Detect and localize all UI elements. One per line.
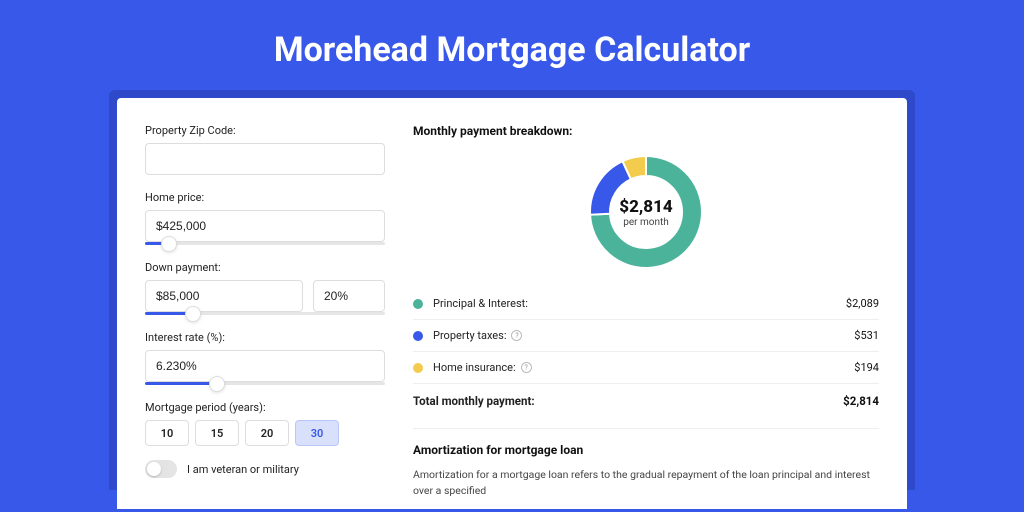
legend-value: $2,089 <box>846 297 879 310</box>
field-interest-rate: Interest rate (%): <box>145 331 385 385</box>
input-panel: Property Zip Code: Home price: Down paym… <box>145 124 385 499</box>
amortization-title: Amortization for mortgage loan <box>413 443 879 457</box>
total-value: $2,814 <box>843 394 879 408</box>
legend-row: Principal & Interest:$2,089 <box>413 288 879 319</box>
field-zip: Property Zip Code: <box>145 124 385 175</box>
interest-rate-label: Interest rate (%): <box>145 331 385 344</box>
legend-dot <box>413 363 423 373</box>
zip-input[interactable] <box>145 143 385 175</box>
down-payment-pct-input[interactable] <box>313 280 385 312</box>
slider-handle[interactable] <box>161 236 177 252</box>
legend-value: $194 <box>854 361 879 374</box>
field-period: Mortgage period (years): 10152030 <box>145 401 385 446</box>
amortization-text: Amortization for a mortgage loan refers … <box>413 467 879 499</box>
legend-value: $531 <box>854 329 879 342</box>
info-icon[interactable]: ? <box>511 330 522 341</box>
donut-chart: $2,814 per month <box>413 152 879 272</box>
info-icon[interactable]: ? <box>521 362 532 373</box>
page-title: Morehead Mortgage Calculator <box>0 30 1024 70</box>
veteran-row: I am veteran or military <box>145 460 385 478</box>
home-price-label: Home price: <box>145 191 385 204</box>
breakdown-panel: Monthly payment breakdown: $2,814 per mo… <box>413 124 879 499</box>
toggle-knob <box>147 462 161 476</box>
legend-dot <box>413 331 423 341</box>
legend-label: Home insurance:? <box>433 361 854 374</box>
down-payment-slider[interactable] <box>145 312 385 315</box>
amortization-section: Amortization for mortgage loan Amortizat… <box>413 428 879 499</box>
interest-rate-slider[interactable] <box>145 382 385 385</box>
legend-row: Property taxes:?$531 <box>413 319 879 351</box>
down-payment-label: Down payment: <box>145 261 385 274</box>
legend-dot <box>413 299 423 309</box>
period-option-30[interactable]: 30 <box>295 420 339 446</box>
field-home-price: Home price: <box>145 191 385 245</box>
down-payment-input[interactable] <box>145 280 303 312</box>
period-option-15[interactable]: 15 <box>195 420 239 446</box>
field-down-payment: Down payment: <box>145 261 385 315</box>
calculator-card: Property Zip Code: Home price: Down paym… <box>117 98 907 509</box>
total-row: Total monthly payment: $2,814 <box>413 383 879 418</box>
slider-handle[interactable] <box>185 306 201 322</box>
veteran-label: I am veteran or military <box>187 463 299 476</box>
slider-handle[interactable] <box>209 376 225 392</box>
breakdown-title: Monthly payment breakdown: <box>413 124 879 138</box>
period-label: Mortgage period (years): <box>145 401 385 414</box>
legend-label: Principal & Interest: <box>433 297 846 310</box>
donut-sub: per month <box>623 217 669 228</box>
period-option-10[interactable]: 10 <box>145 420 189 446</box>
interest-rate-input[interactable] <box>145 350 385 382</box>
donut-amount: $2,814 <box>619 197 672 217</box>
legend-label: Property taxes:? <box>433 329 854 342</box>
period-option-20[interactable]: 20 <box>245 420 289 446</box>
period-options: 10152030 <box>145 420 385 446</box>
legend-row: Home insurance:?$194 <box>413 351 879 383</box>
zip-label: Property Zip Code: <box>145 124 385 137</box>
total-label: Total monthly payment: <box>413 394 843 408</box>
veteran-toggle[interactable] <box>145 460 177 478</box>
home-price-slider[interactable] <box>145 242 385 245</box>
home-price-input[interactable] <box>145 210 385 242</box>
legend: Principal & Interest:$2,089Property taxe… <box>413 288 879 383</box>
